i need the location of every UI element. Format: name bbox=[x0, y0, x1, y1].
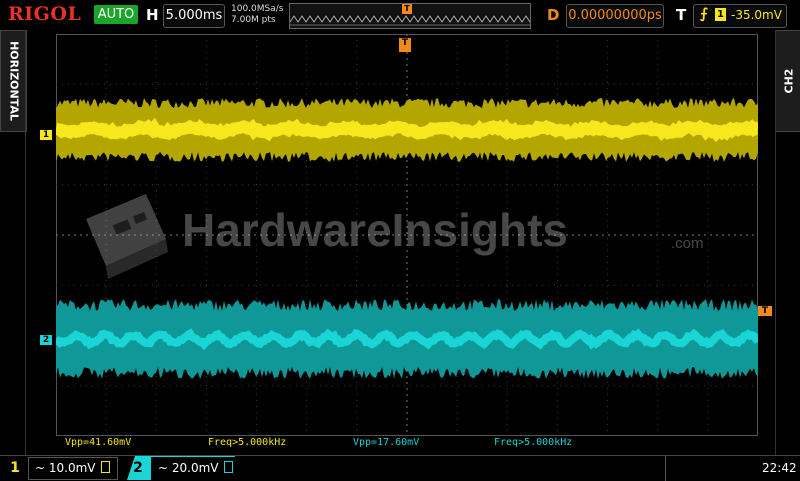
bandwidth-limit-icon bbox=[100, 461, 110, 473]
ch2-menu-label: CH2 bbox=[782, 68, 795, 94]
watermark-text: HardwareInsights bbox=[182, 204, 568, 256]
horizontal-label: H bbox=[146, 6, 159, 24]
trigger-level-value: -35.0mV bbox=[731, 8, 782, 22]
trigger-label: T bbox=[676, 6, 687, 24]
trigger-status-badge[interactable]: AUTO bbox=[94, 5, 138, 24]
watermark-suffix: .com bbox=[671, 235, 704, 252]
trigger-slope-icon: ⨍ bbox=[700, 6, 708, 22]
ch1-setting-text: ~ 10.0mV bbox=[35, 461, 96, 475]
memory-depth: 7.00M pts bbox=[231, 15, 276, 25]
ch1-settings[interactable]: ~ 10.0mV bbox=[28, 457, 118, 480]
ch1-offset-marker[interactable]: 1 bbox=[40, 130, 52, 140]
delay-label: D bbox=[547, 6, 560, 24]
ch1-number[interactable]: 1 bbox=[5, 456, 25, 481]
measurement-ch2-vpp: Vpp=17.60mV bbox=[353, 437, 420, 448]
ch2-settings[interactable]: ~ 20.0mV bbox=[151, 457, 239, 480]
system-clock: 22:42 bbox=[762, 461, 797, 475]
trigger-level-marker[interactable]: T bbox=[758, 306, 772, 316]
waveform-display[interactable]: HardwareInsights .com bbox=[56, 34, 758, 436]
measurement-ch1-freq: Freq>5.000kHz bbox=[208, 437, 287, 448]
ch2-number[interactable]: 2 bbox=[128, 456, 148, 481]
bandwidth-limit-icon bbox=[223, 461, 233, 473]
brand-logo: RIGOL bbox=[8, 3, 82, 25]
memory-trigger-marker: T bbox=[402, 4, 412, 14]
top-status-bar: RIGOL AUTO H 5.000ms 100.0MSa/s 7.00M pt… bbox=[0, 0, 800, 30]
ch2-setting-text: ~ 20.0mV bbox=[158, 461, 219, 475]
ch2-offset-marker[interactable]: 2 bbox=[40, 335, 52, 345]
watermark-logo-icon bbox=[86, 194, 168, 279]
channel-status-bar: 1 ~ 10.0mV 2 ~ 20.0mV 22:42 bbox=[0, 455, 800, 481]
sample-rate: 100.0MSa/s bbox=[231, 4, 284, 14]
delay-value[interactable]: 0.00000000ps bbox=[566, 4, 664, 28]
measurement-ch1-vpp: Vpp=41.60mV bbox=[65, 437, 132, 448]
acquisition-info: 100.0MSa/s 7.00M pts bbox=[231, 4, 283, 26]
horizontal-menu-tab[interactable]: HORIZONTAL bbox=[0, 30, 27, 132]
watermark: HardwareInsights .com bbox=[86, 194, 704, 279]
ch2-menu-tab[interactable]: CH2 bbox=[775, 30, 800, 132]
bottom-divider bbox=[665, 456, 666, 481]
timebase-value[interactable]: 5.000ms bbox=[163, 4, 225, 28]
trigger-source-badge: 1 bbox=[715, 8, 726, 21]
measurement-ch2-freq: Freq>5.000kHz bbox=[494, 437, 573, 448]
left-divider bbox=[25, 30, 26, 455]
memory-map[interactable]: T bbox=[289, 3, 531, 29]
horizontal-menu-label: HORIZONTAL bbox=[7, 41, 20, 121]
right-divider bbox=[775, 30, 776, 455]
trigger-position-marker[interactable]: T bbox=[399, 38, 411, 52]
